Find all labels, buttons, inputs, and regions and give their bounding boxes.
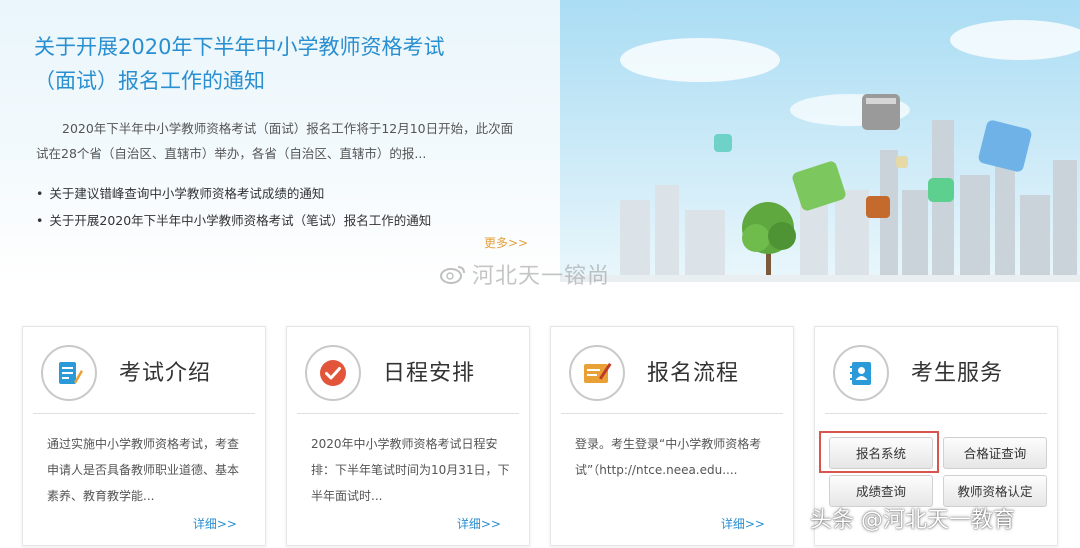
card-title[interactable]: 日程安排 [383,355,475,387]
news-link-item[interactable]: 关于建议错峰查询中小学教师资格考试成绩的通知 [36,180,516,207]
card-description: 2020年中小学教师资格考试日程安排：下半年笔试时间为10月31日，下半年面试时… [311,437,510,503]
card-registration-process: 报名流程 登录。考生登录“中小学教师资格考试”（http://ntce.neea… [550,326,794,546]
news-link-item[interactable]: 关于开展2020年下半年中小学教师资格考试（笔试）报名工作的通知 [36,207,516,234]
news-banner: 关于开展2020年下半年中小学教师资格考试 （面试）报名工作的通知 2020年下… [0,0,1080,282]
document-edit-icon [41,345,97,401]
card-more-link[interactable]: 详细>> [721,515,765,532]
card-header: 报名流程 [561,341,783,414]
card-more-link[interactable]: 详细>> [193,515,237,532]
watermark-corner: 头条 @河北天一教育 [810,508,1015,533]
registration-system-button[interactable]: 报名系统 [829,437,933,469]
card-header: 考生服务 [825,341,1047,414]
city-illustration [560,0,1080,282]
watermark-center-text: 河北天一镕尚 [472,264,611,289]
address-book-icon [833,345,889,401]
card-title[interactable]: 报名流程 [647,355,739,387]
certificate-query-button[interactable]: 合格证查询 [943,437,1047,469]
more-news-link[interactable]: 更多>> [484,234,528,251]
card-exam-intro: 考试介绍 通过实施中小学教师资格考试，考查申请人是否具备教师职业道德、基本素养、… [22,326,266,546]
card-header: 日程安排 [297,341,519,414]
checkmark-icon [305,345,361,401]
news-link-list: 关于建议错峰查询中小学教师资格考试成绩的通知 关于开展2020年下半年中小学教师… [36,180,516,234]
card-title[interactable]: 考试介绍 [119,355,211,387]
news-summary: 2020年下半年中小学教师资格考试（面试）报名工作将于12月10日开始，此次面试… [36,121,514,161]
card-more-link[interactable]: 详细>> [457,515,501,532]
card-header: 考试介绍 [33,341,255,414]
weibo-logo-icon [440,266,465,284]
card-title[interactable]: 考生服务 [911,355,1003,387]
form-pencil-icon [569,345,625,401]
news-headline-line1[interactable]: 关于开展2020年下半年中小学教师资格考试 [34,30,504,64]
news-headline-line2[interactable]: （面试）报名工作的通知 [34,64,504,98]
card-description: 通过实施中小学教师资格考试，考查申请人是否具备教师职业道德、基本素养、教育教学能… [47,437,240,503]
card-description: 登录。考生登录“中小学教师资格考试”（http://ntce.neea.edu.… [575,437,762,477]
card-schedule: 日程安排 2020年中小学教师资格考试日程安排：下半年笔试时间为10月31日，下… [286,326,530,546]
news-headline[interactable]: 关于开展2020年下半年中小学教师资格考试 （面试）报名工作的通知 [34,30,504,98]
watermark-center: 河北天一镕尚 [440,258,610,290]
